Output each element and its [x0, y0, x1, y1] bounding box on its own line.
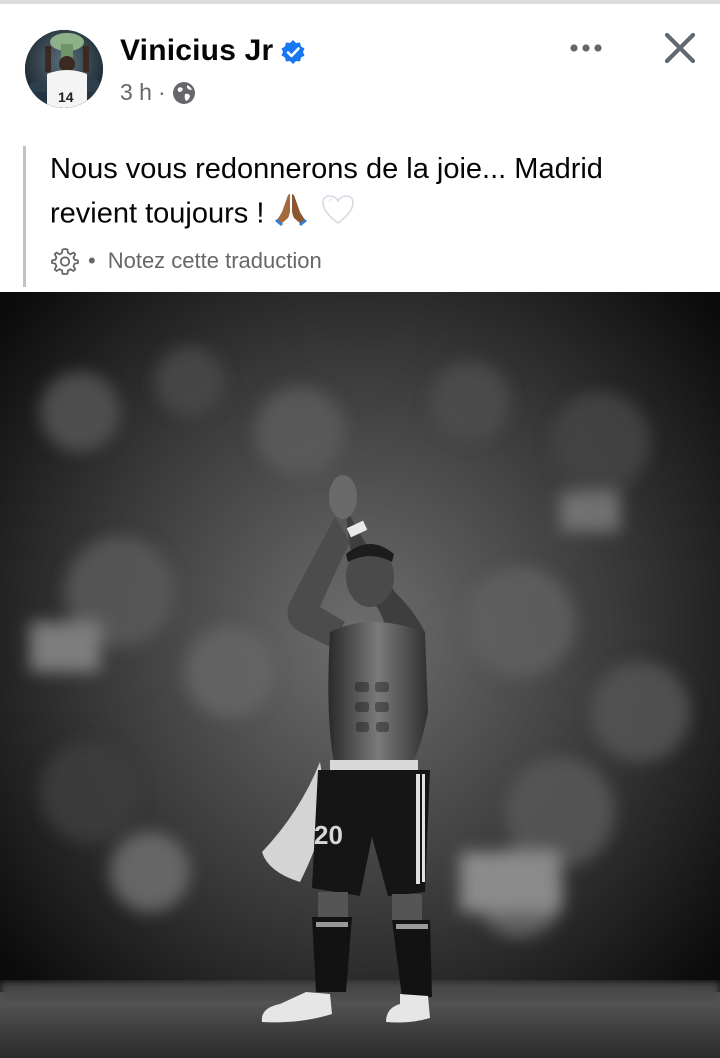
- verified-badge-icon: [280, 39, 306, 65]
- translation-quote-bar: [23, 146, 26, 287]
- rate-translation-link[interactable]: Notez cette traduction: [108, 248, 322, 274]
- post-meta: 3 h ·: [120, 79, 196, 106]
- post-header: 14 Vinicius Jr 3 h ·: [0, 4, 720, 124]
- folded-hands-emoji-icon: [272, 190, 310, 240]
- post-text-line-2: revient toujours !: [50, 190, 690, 240]
- more-options-icon[interactable]: [568, 36, 604, 60]
- white-heart-emoji-icon: [319, 190, 357, 240]
- svg-text:20: 20: [314, 820, 343, 850]
- gear-icon[interactable]: [50, 246, 80, 276]
- translation-row: • Notez cette traduction: [50, 246, 322, 276]
- translation-separator: •: [88, 248, 96, 273]
- author-avatar[interactable]: 14: [25, 30, 103, 108]
- svg-text:14: 14: [58, 89, 74, 105]
- meta-separator: ·: [157, 79, 166, 105]
- post-text-line-2-text: revient toujours !: [50, 197, 273, 230]
- post-photo[interactable]: 20: [0, 292, 720, 1058]
- globe-icon[interactable]: [172, 81, 196, 105]
- post-timestamp[interactable]: 3 h: [120, 79, 152, 106]
- author-name[interactable]: Vinicius Jr: [120, 34, 273, 68]
- post-text: Nous vous redonnerons de la joie... Madr…: [50, 148, 690, 240]
- post-text-line-1: Nous vous redonnerons de la joie... Madr…: [50, 153, 603, 185]
- close-icon[interactable]: [662, 30, 698, 66]
